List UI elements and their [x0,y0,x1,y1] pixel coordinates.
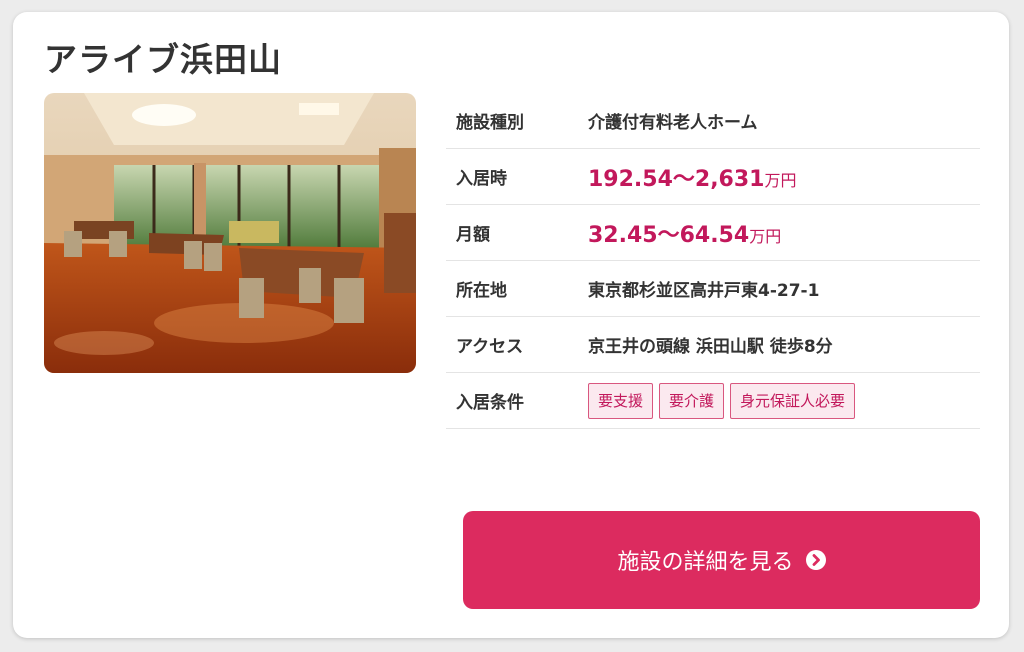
detail-row-entry-fee: 入居時 192.54〜2,631万円 [446,148,980,205]
view-details-button[interactable]: 施設の詳細を見る [463,511,980,609]
detail-row-access: アクセス 京王井の頭線 浜田山駅 徒歩8分 [446,316,980,373]
entry-fee-value: 192.54〜2,631万円 [588,148,980,205]
condition-tag: 要支援 [588,382,654,419]
chevron-right-circle-icon [805,550,826,570]
monthly-fee-unit: 万円 [749,226,782,246]
detail-row-conditions: 入居条件 要支援 要介護 身元保証人必要 [446,372,980,429]
detail-row-type: 施設種別 介護付有料老人ホーム [446,93,980,149]
detail-label-access: アクセス [446,316,588,373]
facility-interior-photo [44,93,416,373]
entry-fee-price: 192.54〜2,631 [588,166,765,192]
detail-label-address: 所在地 [446,260,588,317]
detail-label-monthly-fee: 月額 [446,204,588,261]
facility-name[interactable]: アライブ浜田山 [44,40,282,80]
address-value: 東京都杉並区高井戸東4-27-1 [588,260,980,317]
detail-row-monthly-fee: 月額 32.45〜64.54万円 [446,204,980,261]
detail-label-type: 施設種別 [446,93,588,149]
conditions-value: 要支援 要介護 身元保証人必要 [588,372,980,429]
monthly-fee-price: 32.45〜64.54 [588,222,750,248]
facility-card: アライブ浜田山 施設種別 介護付有料老人ホーム 入居時 192.54〜2,631… [13,12,1009,638]
access-value: 京王井の頭線 浜田山駅 徒歩8分 [588,316,980,373]
facility-photo[interactable] [44,93,416,373]
condition-tag: 身元保証人必要 [730,382,856,419]
monthly-fee-value: 32.45〜64.54万円 [588,204,980,261]
entry-fee-unit: 万円 [764,170,797,190]
facility-type-value: 介護付有料老人ホーム [588,93,980,149]
detail-row-address: 所在地 東京都杉並区高井戸東4-27-1 [446,260,980,317]
condition-tag: 要介護 [659,382,725,419]
facility-details-table: 施設種別 介護付有料老人ホーム 入居時 192.54〜2,631万円 月額 32… [446,93,980,429]
condition-tags: 要支援 要介護 身元保証人必要 [588,382,980,419]
detail-label-entry-fee: 入居時 [446,148,588,205]
view-details-button-label: 施設の詳細を見る [617,550,794,575]
detail-label-conditions: 入居条件 [446,372,588,429]
